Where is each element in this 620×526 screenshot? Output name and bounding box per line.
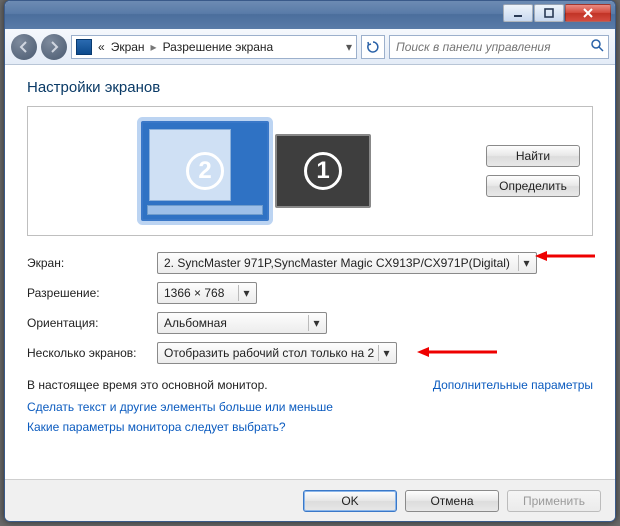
breadcrumb-level2[interactable]: Разрешение экрана <box>163 40 274 54</box>
refresh-button[interactable] <box>361 35 385 59</box>
row-orientation: Ориентация: Альбомная ▾ <box>27 312 593 334</box>
back-button[interactable] <box>11 34 37 60</box>
ok-button[interactable]: OK <box>303 490 397 512</box>
orientation-select[interactable]: Альбомная ▾ <box>157 312 327 334</box>
monitor-thumb-1[interactable]: 1 <box>275 134 371 208</box>
control-panel-icon <box>76 39 92 55</box>
which-settings-link[interactable]: Какие параметры монитора следует выбрать… <box>27 420 593 434</box>
monitor-taskbar-icon <box>147 205 263 215</box>
help-links: Сделать текст и другие элементы больше и… <box>27 400 593 434</box>
close-button[interactable] <box>565 4 611 22</box>
detect-button[interactable]: Определить <box>486 175 580 197</box>
monitor-number: 2 <box>186 152 224 190</box>
page-title: Настройки экранов <box>27 79 593 96</box>
main-monitor-note: В настоящее время это основной монитор. <box>27 378 268 392</box>
breadcrumb-sep-icon: ▸ <box>151 40 157 54</box>
monitor-number: 1 <box>304 152 342 190</box>
display-select[interactable]: 2. SyncMaster 971P,SyncMaster Magic CX91… <box>157 252 537 274</box>
breadcrumb-level1[interactable]: Экран <box>111 40 145 54</box>
minimize-button[interactable] <box>503 4 533 22</box>
text-size-link[interactable]: Сделать текст и другие элементы больше и… <box>27 400 593 414</box>
chevron-down-icon: ▾ <box>378 345 394 361</box>
address-dropdown-icon[interactable]: ▾ <box>346 40 352 54</box>
dialog-footer: OK Отмена Применить <box>5 479 615 521</box>
monitor-thumb-2[interactable]: 2 <box>141 121 269 221</box>
advanced-settings-link[interactable]: Дополнительные параметры <box>433 378 593 392</box>
forward-button[interactable] <box>41 34 67 60</box>
multi-displays-select[interactable]: Отобразить рабочий стол только на 2 ▾ <box>157 342 397 364</box>
row-resolution: Разрешение: 1366 × 768 ▾ <box>27 282 593 304</box>
preview-side-buttons: Найти Определить <box>486 145 580 197</box>
chevron-down-icon: ▾ <box>308 315 324 331</box>
label-resolution: Разрешение: <box>27 286 157 300</box>
chevron-down-icon: ▾ <box>238 285 254 301</box>
cancel-button[interactable]: Отмена <box>405 490 499 512</box>
search-icon[interactable] <box>590 38 604 55</box>
label-orientation: Ориентация: <box>27 316 157 330</box>
address-bar[interactable]: « Экран ▸ Разрешение экрана ▾ <box>71 35 357 59</box>
breadcrumb-prefix: « <box>98 40 105 54</box>
identify-button[interactable]: Найти <box>486 145 580 167</box>
content-area: Настройки экранов 2 1 Найти Определить Э… <box>5 65 615 479</box>
display-settings-window: « Экран ▸ Разрешение экрана ▾ Настройки … <box>4 0 616 522</box>
label-multi-displays: Несколько экранов: <box>27 346 157 360</box>
resolution-select[interactable]: 1366 × 768 ▾ <box>157 282 257 304</box>
orientation-select-value: Альбомная <box>164 316 227 330</box>
resolution-select-value: 1366 × 768 <box>164 286 224 300</box>
titlebar <box>5 1 615 29</box>
search-input[interactable] <box>394 39 586 55</box>
monitor-preview-box: 2 1 Найти Определить <box>27 106 593 236</box>
navbar: « Экран ▸ Разрешение экрана ▾ <box>5 29 615 65</box>
monitor-preview[interactable]: 2 1 <box>40 121 472 221</box>
multi-displays-select-value: Отобразить рабочий стол только на 2 <box>164 346 374 360</box>
row-display: Экран: 2. SyncMaster 971P,SyncMaster Mag… <box>27 252 593 274</box>
display-select-value: 2. SyncMaster 971P,SyncMaster Magic CX91… <box>164 256 510 270</box>
apply-button: Применить <box>507 490 601 512</box>
note-row: В настоящее время это основной монитор. … <box>27 378 593 392</box>
search-box[interactable] <box>389 35 609 59</box>
label-display: Экран: <box>27 256 157 270</box>
row-multi-displays: Несколько экранов: Отобразить рабочий ст… <box>27 342 593 364</box>
maximize-button[interactable] <box>534 4 564 22</box>
chevron-down-icon: ▾ <box>518 255 534 271</box>
